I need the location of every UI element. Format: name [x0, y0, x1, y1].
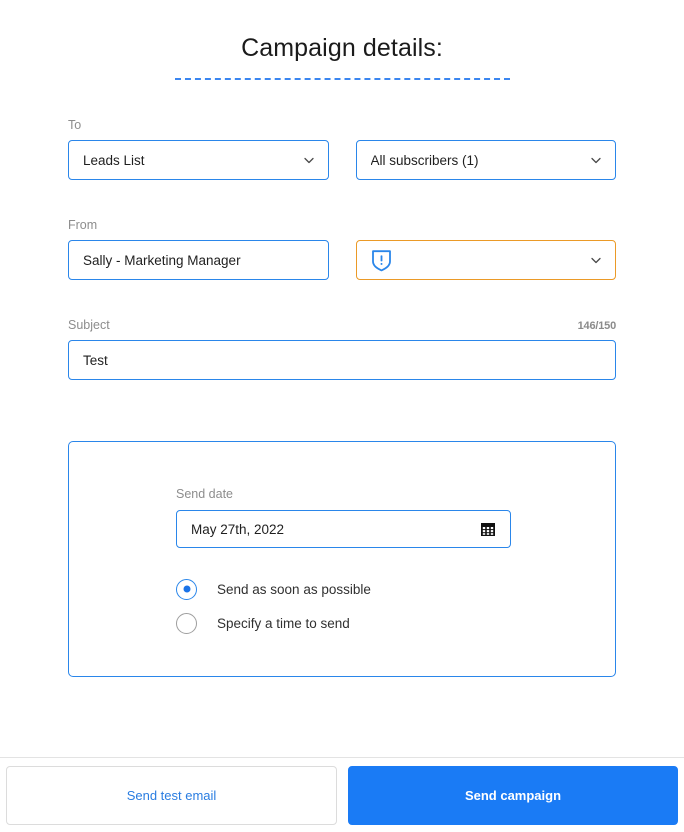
- page-title: Campaign details:: [241, 34, 443, 62]
- from-email-col: [355, 240, 616, 280]
- schedule-panel: Send date May 27th, 2022 Send as soon as…: [68, 441, 616, 677]
- from-name-value: Sally - Marketing Manager: [83, 252, 241, 268]
- subject-char-counter: 146/150: [577, 320, 617, 332]
- subject-label: Subject: [68, 318, 110, 332]
- send-date-value: May 27th, 2022: [191, 521, 285, 537]
- footer-actions: Send test email Send campaign: [0, 757, 684, 832]
- chevron-down-icon: [589, 253, 603, 267]
- from-label: From: [68, 218, 98, 232]
- subject-input[interactable]: Test: [68, 340, 616, 380]
- recipient-segment-value: All subscribers (1): [370, 152, 479, 168]
- send-campaign-button[interactable]: Send campaign: [348, 765, 678, 825]
- recipient-list-select[interactable]: Leads List: [68, 140, 329, 180]
- to-label: To: [68, 118, 82, 132]
- recipient-segment-select[interactable]: All subscribers (1): [355, 140, 616, 180]
- calendar-icon[interactable]: [480, 521, 496, 537]
- radio-specify-time[interactable]: [176, 612, 197, 634]
- to-list-col: Leads List: [68, 140, 329, 180]
- send-test-email-button[interactable]: Send test email: [6, 765, 337, 825]
- title-divider: [174, 78, 510, 80]
- chevron-down-icon: [589, 153, 603, 167]
- to-row: Leads List All subscribers (1): [68, 140, 616, 180]
- campaign-form: To Leads List All subscribers (1) From S…: [0, 117, 684, 380]
- send-date-input[interactable]: May 27th, 2022: [176, 510, 511, 548]
- from-name-input[interactable]: Sally - Marketing Manager: [68, 240, 329, 280]
- radio-specify-time-label: Specify a time to send: [217, 615, 350, 631]
- from-email-select[interactable]: [355, 240, 616, 280]
- send-timing-option-specify[interactable]: Specify a time to send: [176, 606, 615, 640]
- from-row: Sally - Marketing Manager: [68, 240, 616, 280]
- shield-warning-icon: [371, 249, 392, 272]
- radio-asap-label: Send as soon as possible: [217, 581, 371, 597]
- to-segment-col: All subscribers (1): [355, 140, 616, 180]
- send-date-label: Send date: [176, 487, 233, 501]
- radio-asap[interactable]: [176, 578, 197, 600]
- subject-value: Test: [83, 352, 108, 368]
- send-timing-options: Send as soon as possible Specify a time …: [176, 572, 615, 640]
- chevron-down-icon: [302, 153, 316, 167]
- subject-label-row: Subject 146/150: [68, 317, 616, 333]
- from-name-col: Sally - Marketing Manager: [68, 240, 329, 280]
- recipient-list-value: Leads List: [83, 152, 145, 168]
- send-timing-option-asap[interactable]: Send as soon as possible: [176, 572, 615, 606]
